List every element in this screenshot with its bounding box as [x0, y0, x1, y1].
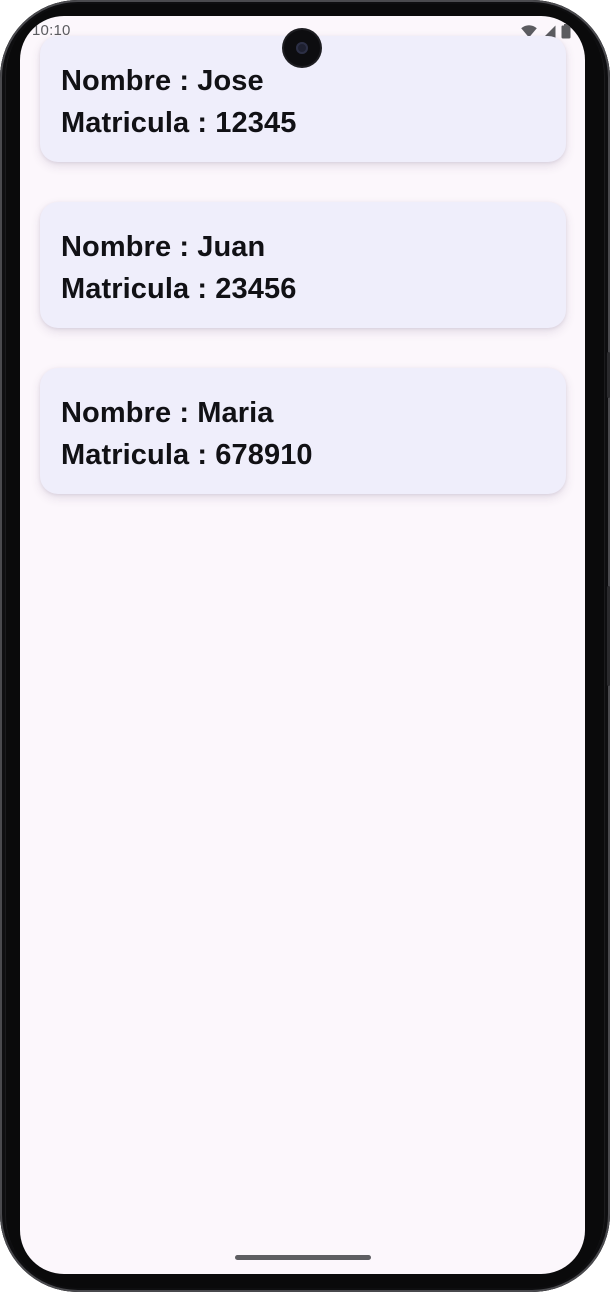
- student-card-juan[interactable]: Nombre : Juan Matricula : 23456: [40, 202, 566, 328]
- student-card-maria[interactable]: Nombre : Maria Matricula : 678910: [40, 368, 566, 494]
- student-list: Nombre : Jose Matricula : 12345 Nombre :…: [40, 36, 566, 534]
- student-name: Nombre : Maria: [61, 397, 274, 429]
- student-id: Matricula : 23456: [61, 273, 297, 305]
- student-id: Matricula : 678910: [61, 439, 313, 471]
- student-name: Nombre : Juan: [61, 231, 266, 263]
- front-camera: [284, 30, 320, 66]
- gesture-navigation-handle[interactable]: [235, 1255, 371, 1260]
- screen: 10:10 Nombre : Jose Matricula : 12345 No…: [20, 16, 585, 1274]
- phone-frame: 10:10 Nombre : Jose Matricula : 12345 No…: [0, 0, 610, 1292]
- student-name: Nombre : Jose: [61, 65, 264, 97]
- student-id: Matricula : 12345: [61, 107, 297, 139]
